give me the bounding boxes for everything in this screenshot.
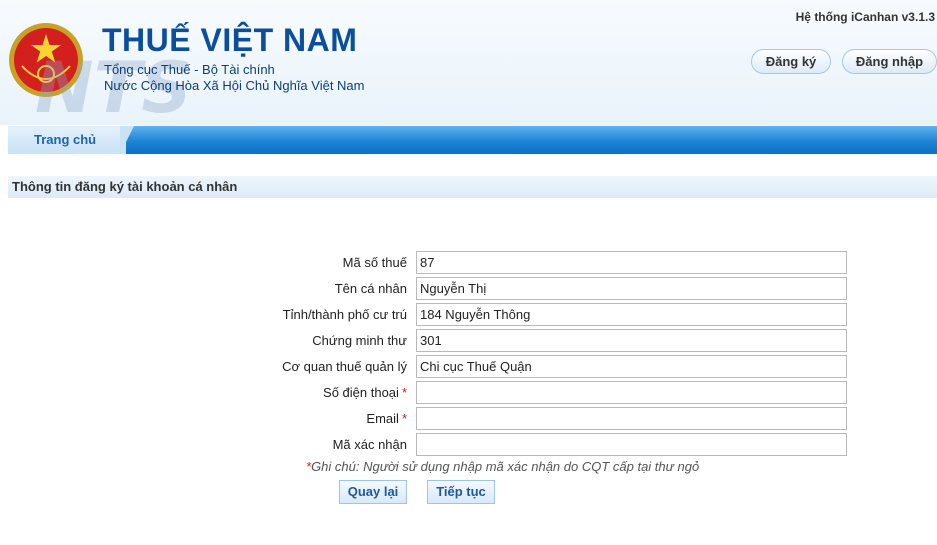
verification-code-input[interactable]	[416, 433, 847, 456]
tax-code-label: Mã số thuế	[342, 255, 407, 270]
brand-subtitle-ministry: Tổng cục Thuế - Bộ Tài chính	[104, 62, 275, 77]
tab-home[interactable]: Trang chủ	[8, 126, 126, 154]
system-version: Hệ thống iCanhan v3.1.3	[795, 10, 935, 24]
verification-code-label: Mã xác nhận	[332, 437, 407, 452]
phone-required-mark: *	[401, 385, 407, 400]
form-row-id-card: Chứng minh thư	[0, 329, 937, 353]
tax-office-label: Cơ quan thuế quản lý	[282, 359, 407, 374]
form-row-email: Email *	[0, 407, 937, 431]
section-title: Thông tin đăng ký tài khoản cá nhân	[12, 179, 238, 194]
tax-office-input[interactable]	[416, 355, 847, 378]
page-header: NTS THUẾ VIỆT NAM Tổng cục Thuế - Bộ Tài…	[0, 0, 937, 129]
tab-home-label: Trang chủ	[34, 132, 97, 147]
form-row-name: Tên cá nhân	[0, 277, 937, 301]
name-label: Tên cá nhân	[334, 281, 407, 296]
brand-title: THUẾ VIỆT NAM	[102, 22, 358, 58]
email-label-text: Email	[366, 411, 399, 426]
email-input[interactable]	[416, 407, 847, 430]
tax-code-input[interactable]	[416, 251, 847, 274]
register-button[interactable]: Đăng ký	[751, 49, 831, 74]
province-label: Tỉnh/thành phố cư trú	[282, 307, 407, 322]
id-card-label: Chứng minh thư	[312, 333, 407, 348]
email-required-mark: *	[401, 411, 407, 426]
note-text: Ghi chú: Người sử dụng nhập mã xác nhận …	[311, 459, 700, 474]
phone-label: Số điện thoại *	[323, 385, 407, 400]
form-row-tax-office: Cơ quan thuế quản lý	[0, 355, 937, 379]
section-header: Thông tin đăng ký tài khoản cá nhân	[8, 176, 937, 198]
tab-home-corner	[120, 126, 134, 154]
continue-button[interactable]: Tiếp tục	[427, 480, 495, 504]
form-row-tax-code: Mã số thuế	[0, 251, 937, 275]
back-button[interactable]: Quay lại	[339, 480, 407, 504]
form-note: *Ghi chú: Người sử dụng nhập mã xác nhận…	[306, 459, 699, 474]
login-button[interactable]: Đăng nhập	[842, 49, 937, 74]
form-row-phone: Số điện thoại *	[0, 381, 937, 405]
email-label: Email *	[366, 411, 407, 426]
province-input[interactable]	[416, 303, 847, 326]
main-nav: Trang chủ	[8, 126, 937, 154]
phone-label-text: Số điện thoại	[323, 385, 399, 400]
id-card-input[interactable]	[416, 329, 847, 352]
phone-input[interactable]	[416, 381, 847, 404]
form-row-province: Tỉnh/thành phố cư trú	[0, 303, 937, 327]
name-input[interactable]	[416, 277, 847, 300]
brand-subtitle-country: Nước Cộng Hòa Xã Hội Chủ Nghĩa Việt Nam	[104, 78, 365, 93]
form-row-verification: Mã xác nhận	[0, 433, 937, 457]
